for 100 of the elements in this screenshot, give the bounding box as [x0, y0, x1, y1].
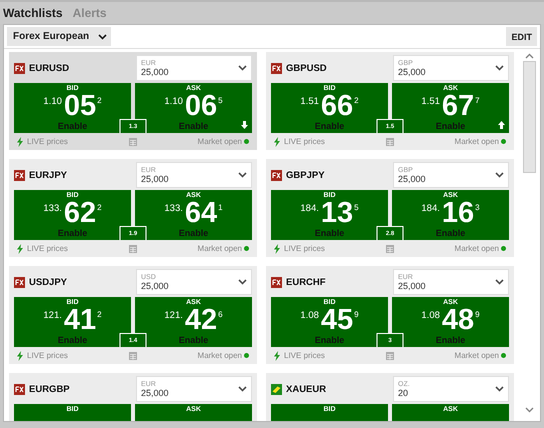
edit-button[interactable]: EDIT — [506, 27, 537, 46]
price-pips: 06 — [184, 91, 218, 121]
fx-icon — [271, 62, 282, 74]
enable-label: Enable — [436, 335, 466, 345]
chevron-down-icon — [98, 34, 107, 40]
enable-label: Enable — [178, 335, 208, 345]
chevron-down-icon — [495, 386, 504, 392]
enable-label: Enable — [58, 228, 88, 238]
big-figure: 121. — [164, 310, 183, 321]
status-dot — [244, 246, 249, 251]
market-status: Market open — [454, 351, 499, 360]
lightning-icon — [17, 350, 23, 360]
fx-icon — [14, 62, 25, 74]
watchlist-dropdown[interactable]: Forex European — [7, 27, 111, 46]
lightning-icon — [17, 136, 23, 146]
market-status: Market open — [198, 137, 242, 146]
price-fraction: 5 — [354, 203, 359, 212]
price-fraction: 9 — [354, 310, 359, 319]
price-fraction: 6 — [218, 310, 223, 319]
status-dot — [501, 139, 506, 144]
price-fraction: 7 — [475, 96, 480, 105]
big-figure: 1.51 — [300, 96, 319, 107]
chevron-down-icon[interactable] — [524, 407, 534, 413]
big-figure: 1.10 — [164, 96, 183, 107]
instrument-symbol: GBPUSD — [286, 62, 327, 74]
price-fraction: 2 — [97, 203, 102, 212]
status-dot — [244, 353, 249, 358]
fx-icon — [271, 276, 282, 288]
fx-icon — [14, 170, 25, 180]
lightning-icon — [274, 350, 280, 360]
tab[interactable]: Watchlists — [3, 6, 63, 20]
price-pips: 13 — [320, 198, 354, 228]
instrument-symbol: EURUSD — [29, 62, 70, 74]
price-fraction: 3 — [475, 203, 480, 212]
price-pips: 67 — [442, 91, 474, 121]
instrument-symbol: EURCHF — [286, 276, 326, 288]
live-prices-label: LIVE prices — [284, 137, 325, 146]
instrument-symbol: USDJPY — [29, 276, 68, 288]
enable-label: Enable — [314, 335, 344, 345]
big-figure: 1.08 — [300, 310, 319, 321]
enable-label: Enable — [436, 228, 466, 238]
lightning-icon — [274, 136, 280, 146]
calculator-icon[interactable] — [386, 352, 394, 360]
live-prices-label: LIVE prices — [27, 137, 68, 146]
price-pips: 48 — [442, 305, 474, 335]
calculator-icon[interactable] — [129, 138, 137, 146]
ingot-icon — [271, 384, 282, 394]
price-pips: 41 — [64, 305, 96, 335]
market-status: Market open — [198, 351, 242, 360]
chevron-down-icon — [238, 172, 247, 178]
fx-icon — [271, 170, 282, 180]
price-pips: 05 — [64, 91, 96, 121]
enable-label: Enable — [178, 228, 208, 238]
calculator-icon[interactable] — [386, 138, 394, 146]
enable-label: Enable — [436, 121, 466, 131]
price-fraction: 2 — [97, 96, 102, 105]
price-fraction: 2 — [354, 96, 359, 105]
chevron-down-icon — [495, 65, 504, 71]
price-pips: 45 — [320, 305, 354, 335]
calculator-icon[interactable] — [129, 352, 137, 360]
big-figure: 1.51 — [421, 96, 440, 107]
calculator-icon[interactable] — [386, 244, 394, 252]
instrument-symbol: GBPJPY — [286, 170, 325, 180]
market-status: Market open — [454, 244, 499, 253]
big-figure: 1.08 — [421, 310, 440, 321]
chevron-up-icon[interactable] — [524, 53, 534, 59]
lightning-icon — [274, 244, 280, 254]
chevron-down-icon — [495, 279, 504, 285]
enable-label: Enable — [314, 121, 344, 131]
live-prices-label: LIVE prices — [284, 244, 325, 253]
price-fraction: 9 — [475, 310, 480, 319]
big-figure: 184. — [421, 203, 440, 214]
enable-label: Enable — [58, 121, 88, 131]
calculator-icon[interactable] — [129, 244, 137, 252]
lightning-icon — [17, 244, 23, 254]
chevron-down-icon — [238, 279, 247, 285]
enable-label: Enable — [178, 121, 208, 131]
market-status: Market open — [454, 137, 499, 146]
price-pips: 42 — [184, 305, 218, 335]
price-pips: 66 — [320, 91, 354, 121]
chevron-down-icon — [238, 386, 247, 392]
status-dot — [501, 246, 506, 251]
scroll-thumb[interactable] — [522, 61, 536, 173]
enable-label: Enable — [58, 335, 88, 345]
big-figure: 184. — [300, 203, 319, 214]
price-fraction: 5 — [218, 96, 223, 105]
live-prices-label: LIVE prices — [27, 244, 68, 253]
instrument-symbol: XAUEUR — [286, 384, 326, 394]
price-pips: 16 — [442, 198, 474, 228]
big-figure: 121. — [43, 310, 62, 321]
big-figure: 1.10 — [43, 96, 62, 107]
live-prices-label: LIVE prices — [284, 351, 325, 360]
price-fraction: 1 — [218, 203, 223, 212]
enable-label: Enable — [314, 228, 344, 238]
big-figure: 133. — [164, 203, 183, 214]
instrument-symbol: EURGBP — [29, 384, 70, 394]
fx-icon — [14, 384, 25, 394]
status-dot — [501, 353, 506, 358]
chevron-down-icon — [238, 65, 247, 71]
price-fraction: 2 — [97, 310, 102, 319]
